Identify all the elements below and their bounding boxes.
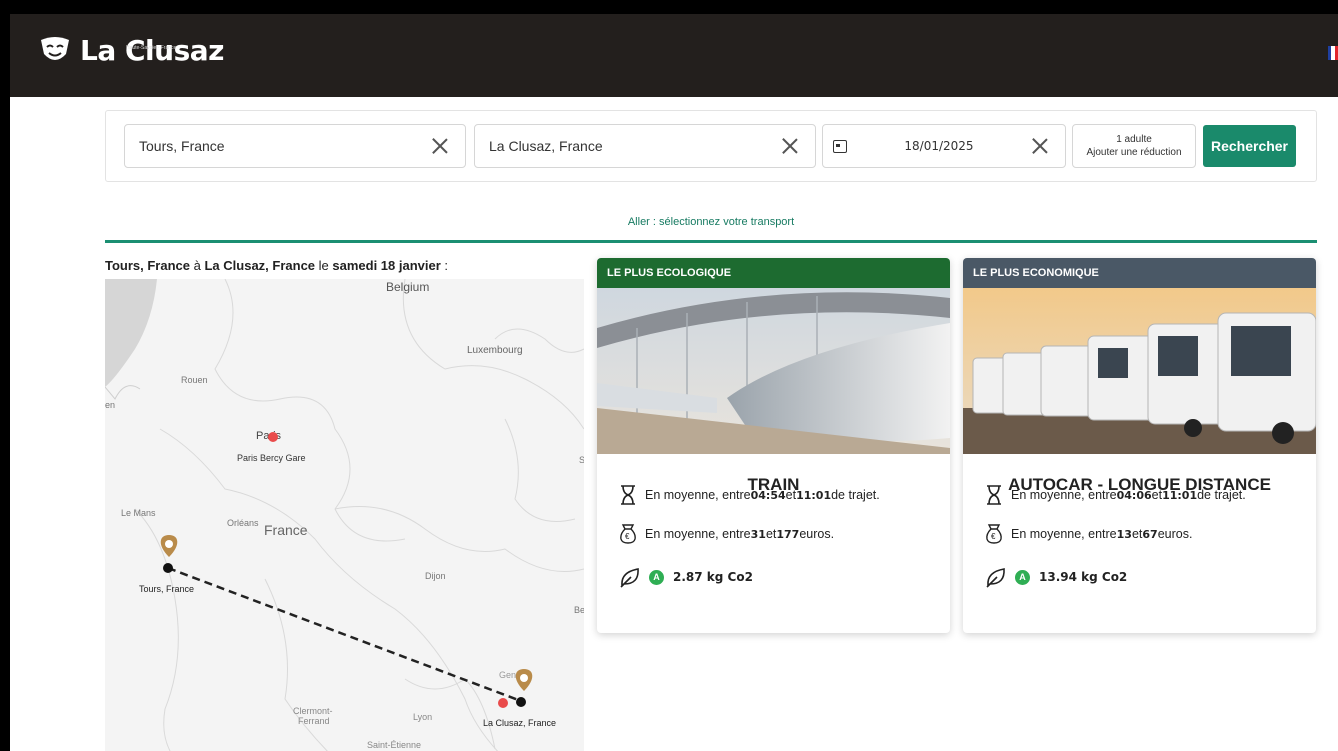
co2-value: 2.87 kg Co2 — [673, 570, 753, 584]
map-label-rouen: Rouen — [181, 375, 208, 385]
train-photo — [597, 288, 950, 454]
leaf-icon — [620, 568, 639, 588]
duration-max: 11:01 — [1162, 488, 1198, 502]
price-mid: et — [1131, 527, 1143, 541]
duration-row: En moyenne, entre 04:06 et 11:01 de traj… — [985, 485, 1246, 505]
step-label: Aller : sélectionnez votre transport — [627, 216, 795, 228]
price-mid: et — [765, 527, 777, 541]
hourglass-icon — [987, 485, 1001, 505]
search-bar: Tours, France La Clusaz, France 18/01/20… — [105, 110, 1317, 182]
origin-field[interactable]: Tours, France — [124, 124, 466, 168]
money-bag-icon: € — [986, 524, 1002, 544]
site-header: La Clusaz Haute-Savoie · France — [10, 14, 1338, 97]
clear-destination-icon[interactable] — [781, 137, 799, 155]
paris-bercy-dot — [268, 432, 278, 442]
route-date: samedi 18 janvier — [332, 258, 441, 273]
map-canvas: Belgium Luxembourg Rouen en Paris Paris … — [105, 279, 584, 751]
duration-min: 04:06 — [1116, 488, 1152, 502]
route-to: La Clusaz, France — [204, 258, 316, 273]
route-from: Tours, France — [105, 258, 191, 273]
map-label-saint-etienne: Saint-Étienne — [367, 740, 421, 750]
map-label-s: S — [579, 455, 584, 465]
price-prefix: En moyenne, entre — [645, 527, 751, 541]
destination-dot — [516, 697, 526, 707]
map-label-lyon: Lyon — [413, 712, 432, 722]
clear-origin-icon[interactable] — [431, 137, 449, 155]
step-progress-bar — [105, 240, 1317, 243]
route-map[interactable]: Belgium Luxembourg Rouen en Paris Paris … — [105, 279, 584, 751]
map-label-dijon: Dijon — [425, 571, 446, 581]
destination-field[interactable]: La Clusaz, France — [474, 124, 816, 168]
svg-text:€: € — [625, 532, 630, 541]
duration-row: En moyenne, entre 04:54 et 11:01 de traj… — [619, 485, 880, 505]
duration-suffix: de trajet. — [1197, 488, 1246, 502]
map-label-belgium: Belgium — [386, 280, 429, 294]
hourglass-icon — [621, 485, 635, 505]
money-bag-icon: € — [620, 524, 636, 544]
price-min: 31 — [750, 527, 766, 541]
price-max: 177 — [776, 527, 800, 541]
duration-prefix: En moyenne, entre — [1011, 488, 1117, 502]
date-value: 18/01/2025 — [904, 139, 974, 153]
leaf-icon — [986, 568, 1005, 588]
map-label-tours: Tours, France — [139, 584, 194, 594]
transport-card-autocar[interactable]: LE PLUS ECONOMIQUE AUTOCAR - LONGUE DIST… — [963, 258, 1316, 633]
passengers-field[interactable]: 1 adulte Ajouter une réduction — [1072, 124, 1196, 168]
co2-row: A 13.94 kg Co2 — [985, 566, 1127, 588]
clear-date-icon[interactable] — [1031, 137, 1049, 155]
map-label-clermont-2: Ferrand — [298, 716, 330, 726]
route-suffix: : — [440, 258, 449, 273]
duration-prefix: En moyenne, entre — [645, 488, 751, 502]
price-row: € En moyenne, entre 31 et 177 euros. — [619, 524, 834, 544]
eco-grade-badge: A — [649, 569, 664, 585]
map-label-paris-bercy: Paris Bercy Gare — [237, 453, 306, 463]
flag-fr-icon[interactable] — [1328, 46, 1338, 60]
price-max: 67 — [1142, 527, 1158, 541]
logo-text: La Clusaz — [80, 34, 224, 67]
co2-row: A 2.87 kg Co2 — [619, 566, 753, 588]
route-connector: à — [190, 258, 205, 273]
map-label-le-mans: Le Mans — [121, 508, 156, 518]
card-tag: LE PLUS ECOLOGIQUE — [597, 258, 950, 288]
map-label-la-clusaz: La Clusaz, France — [483, 718, 556, 728]
transport-card-train[interactable]: LE PLUS ECOLOGIQUE TRAIN En moyenne, ent… — [597, 258, 950, 633]
card-tag: LE PLUS ECONOMIQUE — [963, 258, 1316, 288]
duration-max: 11:01 — [796, 488, 832, 502]
page: La Clusaz Haute-Savoie · France Tours, F… — [10, 14, 1338, 751]
calendar-icon — [833, 139, 847, 153]
la-clusaz-station-dot — [498, 698, 508, 708]
eco-grade-badge: A — [1015, 569, 1030, 585]
logo-subtitle: Haute-Savoie · France — [126, 45, 177, 51]
logo-icon — [41, 37, 69, 60]
price-row: € En moyenne, entre 13 et 67 euros. — [985, 524, 1192, 544]
origin-dot — [163, 563, 173, 573]
map-label-be: Be — [574, 605, 584, 615]
route-summary: Tours, France à La Clusaz, France le sam… — [105, 258, 448, 273]
add-reduction-link[interactable]: Ajouter une réduction — [1086, 146, 1181, 159]
price-suffix: euros. — [799, 527, 835, 541]
bus-photo — [963, 288, 1316, 454]
date-field[interactable]: 18/01/2025 — [822, 124, 1066, 168]
route-connector-2: le — [315, 258, 333, 273]
origin-value: Tours, France — [139, 138, 225, 154]
map-label-en: en — [105, 400, 115, 410]
svg-text:€: € — [991, 532, 996, 541]
duration-mid: et — [785, 488, 797, 502]
map-label-france: France — [264, 522, 308, 538]
destination-value: La Clusaz, France — [489, 138, 603, 154]
map-label-orleans: Orléans — [227, 518, 259, 528]
search-button[interactable]: Rechercher — [1203, 125, 1296, 167]
map-label-luxembourg: Luxembourg — [467, 345, 523, 356]
map-label-clermont-1: Clermont- — [293, 706, 333, 716]
price-prefix: En moyenne, entre — [1011, 527, 1117, 541]
duration-min: 04:54 — [750, 488, 786, 502]
price-min: 13 — [1116, 527, 1132, 541]
co2-value: 13.94 kg Co2 — [1039, 570, 1128, 584]
duration-mid: et — [1151, 488, 1163, 502]
passengers-count: 1 adulte — [1116, 134, 1152, 145]
duration-suffix: de trajet. — [831, 488, 880, 502]
logo[interactable]: La Clusaz — [38, 36, 224, 66]
price-suffix: euros. — [1157, 527, 1193, 541]
